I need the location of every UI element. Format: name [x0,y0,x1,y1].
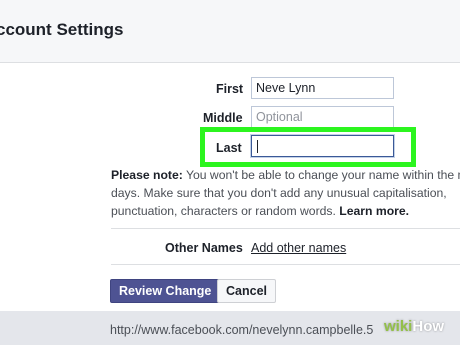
wikihow-watermark: wikiHow [384,318,444,335]
first-name-label: First [216,82,244,96]
watermark-how: How [412,318,445,335]
divider-top [111,228,460,229]
page-title: ccount Settings [0,20,124,39]
last-name-input[interactable] [251,135,394,157]
cancel-button[interactable]: Cancel [217,279,276,303]
other-names-label: Other Names [165,241,243,255]
note-line-1: You won't be able to change your name wi… [182,168,460,182]
note-line-2: days. Make sure that you don't add any u… [111,186,447,200]
settings-header: ccount Settings [0,0,460,63]
status-url: http://www.facebook.com/nevelynn.campbel… [110,323,374,337]
name-change-note: Please note: You won't be able to change… [111,166,460,220]
review-change-button[interactable]: Review Change [110,279,221,303]
note-bold-label: Please note: [111,168,183,182]
divider-bottom [111,264,460,265]
learn-more-link[interactable]: Learn more. [339,204,409,218]
text-caret [257,140,258,153]
note-line-3: punctuation, characters or random words. [111,204,340,218]
add-other-names-link[interactable]: Add other names [251,241,346,255]
middle-name-input[interactable]: Optional [251,106,394,128]
middle-name-label: Middle [203,111,243,125]
watermark-wiki: wiki [384,318,413,335]
last-name-label: Last [216,141,242,155]
first-name-input[interactable]: Neve Lynn [251,77,394,99]
